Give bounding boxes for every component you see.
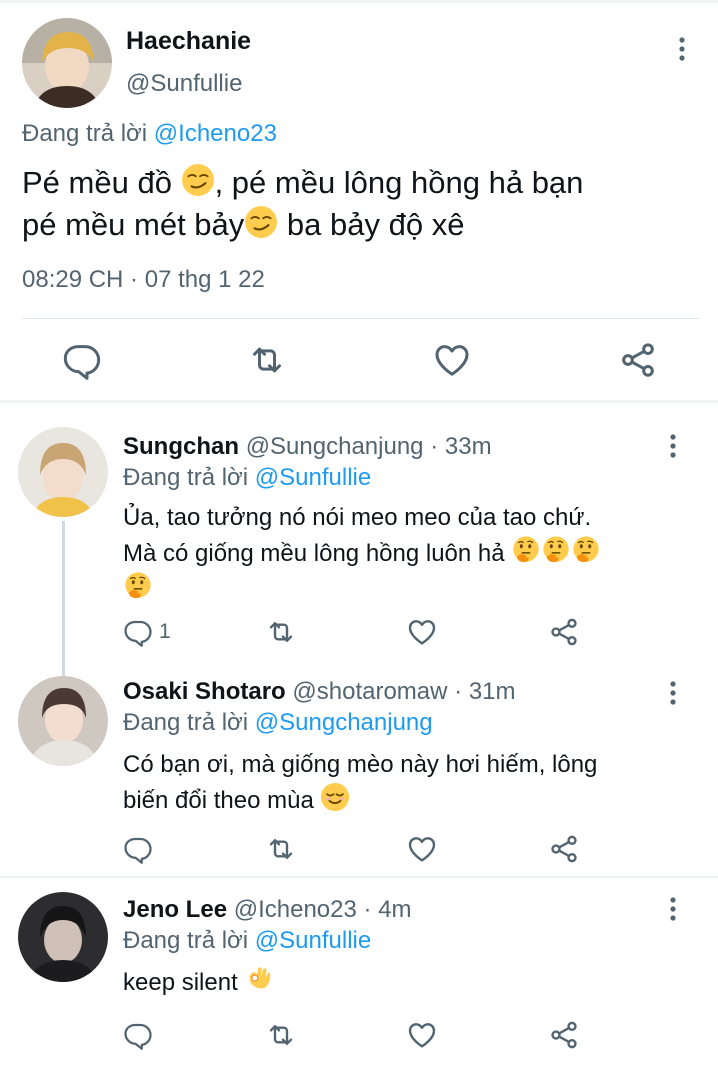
author-handle[interactable]: @Sunfullie <box>126 70 242 98</box>
thread-line <box>62 521 65 681</box>
replying-to-mention[interactable]: @Icheno23 <box>154 120 277 147</box>
tweet-timestamp[interactable]: 08:29 CH · 07 thg 1 22 <box>22 266 265 294</box>
tweet-text-part: pé mều mét bảy <box>22 207 245 242</box>
reply-text-line: Mà có giống mều lông hồng luôn hả <box>123 540 505 567</box>
like-icon[interactable] <box>432 340 472 380</box>
reply-header: Sungchan @Sungchanjung · 33m <box>123 433 492 461</box>
reply-text-line: keep silent <box>123 969 238 996</box>
thinking-emoji-icon <box>123 571 153 601</box>
reply-header: Osaki Shotaro @shotaromaw · 31m <box>123 678 516 706</box>
tweet-text-part: , pé mều lông hồng hả bạn <box>214 165 584 200</box>
share-icon[interactable] <box>618 340 658 380</box>
tweet-actions <box>0 340 718 380</box>
replying-to-label: Đang trả lời <box>123 927 249 954</box>
replying-to: Đang trả lời @Sunfullie <box>123 927 371 955</box>
divider <box>0 876 718 878</box>
avatar[interactable] <box>18 676 108 766</box>
replying-to-label: Đang trả lời <box>22 120 148 147</box>
separator-dot: · <box>430 433 439 460</box>
reply-icon <box>123 617 153 647</box>
like-icon[interactable] <box>406 1018 438 1052</box>
more-icon[interactable] <box>663 896 683 922</box>
avatar[interactable] <box>18 427 108 517</box>
replying-to-mention[interactable]: @Sunfullie <box>255 927 371 954</box>
retweet-icon[interactable] <box>247 340 287 380</box>
smirk-emoji-icon <box>181 163 215 197</box>
author-name[interactable]: Sungchan <box>123 433 239 460</box>
like-icon[interactable] <box>406 832 438 866</box>
reply-time[interactable]: 4m <box>378 896 411 923</box>
more-icon[interactable] <box>663 680 683 706</box>
thinking-emoji-icon <box>541 535 571 565</box>
reply-time[interactable]: 33m <box>445 433 492 460</box>
reply-icon[interactable] <box>123 1018 153 1052</box>
more-icon[interactable] <box>663 433 683 459</box>
more-icon[interactable] <box>672 36 692 62</box>
main-tweet: Haechanie @Sunfullie Đang trả lời @Ichen… <box>0 0 718 402</box>
share-icon[interactable] <box>548 615 580 649</box>
tweet-text-part: Pé mều đồ <box>22 165 172 200</box>
separator-dot: · <box>363 896 372 923</box>
divider <box>22 318 700 319</box>
thinking-emoji-icon <box>571 535 601 565</box>
retweet-icon[interactable] <box>265 615 297 649</box>
reply-actions <box>0 832 718 866</box>
author-handle[interactable]: @Sungchanjung <box>246 433 424 460</box>
author-name[interactable]: Haechanie <box>126 27 251 56</box>
replying-to: Đang trả lời @Sunfullie <box>123 464 371 492</box>
separator-dot: · <box>454 678 463 705</box>
tweet-text-part: ba bảy độ xê <box>278 207 465 242</box>
author-name[interactable]: Osaki Shotaro <box>123 678 286 705</box>
reply-text-line: biến đổi theo mùa <box>123 787 314 814</box>
relieved-emoji-icon <box>320 782 350 812</box>
reply-text-line: Có bạn ơi, mà giống mèo này hơi hiếm, lô… <box>123 751 598 778</box>
reply-icon[interactable] <box>62 340 102 380</box>
replying-to: Đang trả lời @Sungchanjung <box>123 709 433 737</box>
reply-actions: 1 <box>0 615 718 649</box>
reply-tweet: Jeno Lee @Icheno23 · 4m Đang trả lời @Su… <box>0 880 718 1068</box>
share-icon[interactable] <box>548 832 580 866</box>
tweet-text: Pé mều đồ , pé mều lông hồng hả bạn pé m… <box>22 162 702 246</box>
author-name[interactable]: Jeno Lee <box>123 896 227 923</box>
reply-header: Jeno Lee @Icheno23 · 4m <box>123 896 412 924</box>
like-icon[interactable] <box>406 615 438 649</box>
replying-to-mention[interactable]: @Sunfullie <box>255 464 371 491</box>
smirk-emoji-icon <box>244 205 278 239</box>
retweet-icon[interactable] <box>265 1018 297 1052</box>
reply-tweet: Osaki Shotaro @shotaromaw · 31m Đang trả… <box>0 668 718 880</box>
reply-icon[interactable] <box>123 832 153 866</box>
reply-text: Có bạn ơi, mà giống mèo này hơi hiếm, lô… <box>123 748 683 818</box>
reply-time[interactable]: 31m <box>469 678 516 705</box>
retweet-icon[interactable] <box>265 832 297 866</box>
replying-to-label: Đang trả lời <box>123 464 249 491</box>
replying-to: Đang trả lời @Icheno23 <box>22 120 277 148</box>
reply-actions <box>0 1018 718 1052</box>
reply-count: 1 <box>159 620 171 643</box>
replying-to-label: Đang trả lời <box>123 709 249 736</box>
avatar[interactable] <box>18 892 108 982</box>
avatar[interactable] <box>22 18 112 108</box>
share-icon[interactable] <box>548 1018 580 1052</box>
reply-text: Ủa, tao tưởng nó nói meo meo của tao chứ… <box>123 501 683 607</box>
replying-to-mention[interactable]: @Sungchanjung <box>255 709 433 736</box>
author-handle[interactable]: @shotaromaw <box>292 678 447 705</box>
thinking-emoji-icon <box>511 535 541 565</box>
author-handle[interactable]: @Icheno23 <box>234 896 357 923</box>
reply-text: keep silent <box>123 964 683 1000</box>
reply-tweet: Sungchan @Sungchanjung · 33m Đang trả lờ… <box>0 403 718 681</box>
ok-hand-emoji-icon <box>244 964 274 994</box>
reply-text-line: Ủa, tao tưởng nó nói meo meo của tao chứ… <box>123 504 592 531</box>
reply-button[interactable]: 1 <box>123 615 171 649</box>
